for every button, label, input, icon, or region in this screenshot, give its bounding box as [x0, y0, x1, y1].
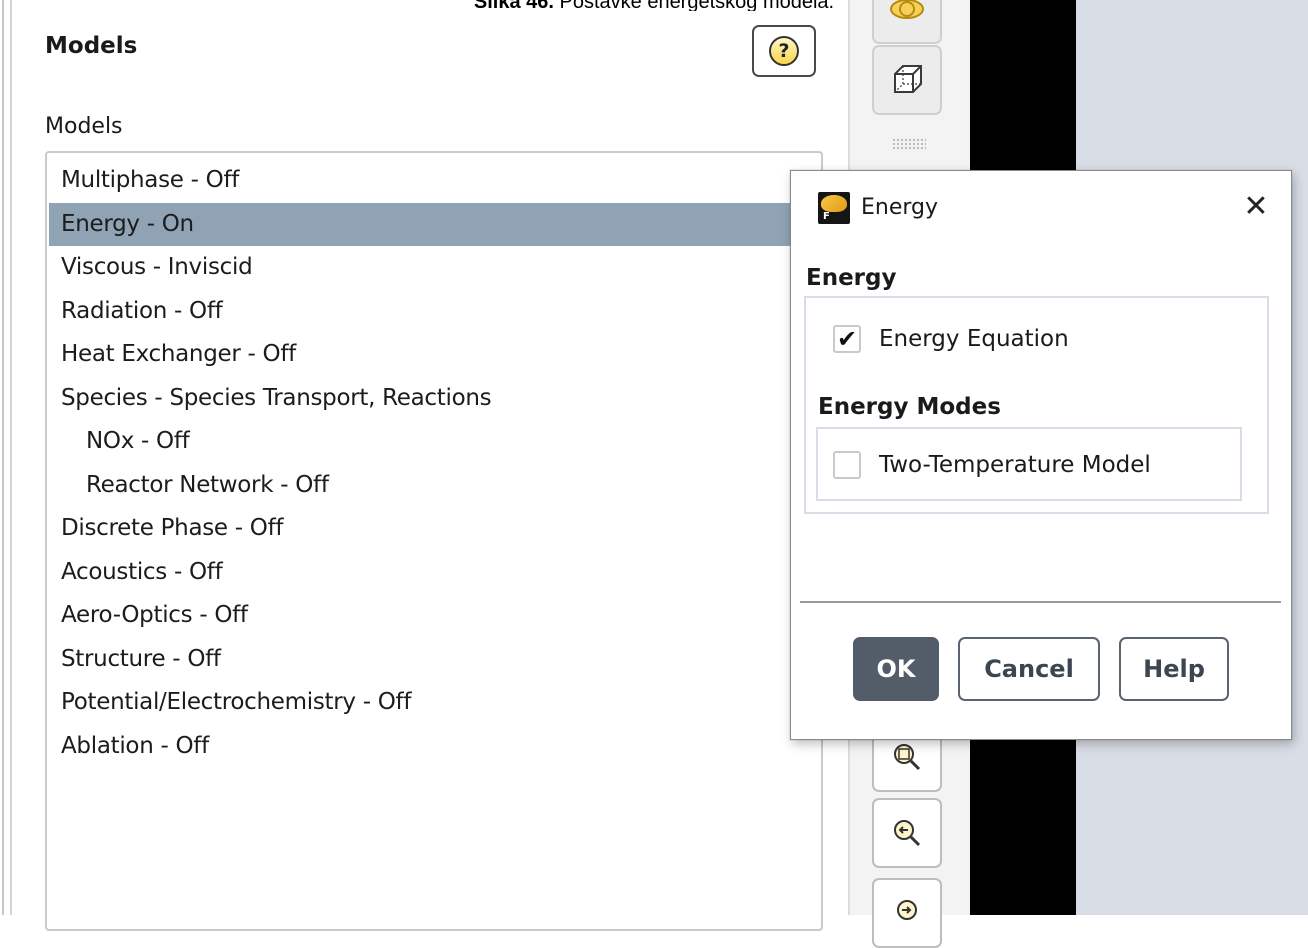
list-item[interactable]: Heat Exchanger - Off	[49, 333, 821, 376]
energy-equation-label: Energy Equation	[879, 326, 1069, 352]
dialog-help-button[interactable]: Help	[1119, 637, 1229, 701]
panel-left-edge	[0, 0, 12, 915]
fluent-app-icon: F	[818, 192, 850, 224]
list-item[interactable]: Reactor Network - Off	[49, 464, 821, 507]
close-icon[interactable]: ✕	[1239, 190, 1273, 224]
two-temperature-checkbox[interactable]	[833, 451, 861, 479]
list-item[interactable]: Radiation - Off	[49, 290, 821, 333]
help-button[interactable]: ?	[752, 25, 816, 77]
list-item[interactable]: Discrete Phase - Off	[49, 507, 821, 550]
caption-text: Postavke energetskog modela.	[553, 0, 835, 11]
dialog-titlebar[interactable]: F Energy ✕	[791, 171, 1291, 251]
list-item[interactable]: Viscous - Inviscid	[49, 246, 821, 289]
view-orbit-button[interactable]	[872, 0, 942, 44]
list-item[interactable]: Energy - On	[49, 202, 821, 246]
zoom-in-button[interactable]	[872, 878, 942, 948]
list-item[interactable]: Structure - Off	[49, 638, 821, 681]
zoom-out-icon	[894, 820, 921, 847]
list-item[interactable]: Ablation - Off	[49, 725, 821, 768]
dialog-divider	[800, 601, 1281, 603]
list-item[interactable]: Species - Species Transport, Reactions	[49, 377, 821, 420]
panel-title: Models	[45, 33, 138, 59]
zoom-out-button[interactable]	[872, 798, 942, 868]
question-mark-icon: ?	[769, 36, 799, 66]
toolbar-grip[interactable]	[892, 138, 926, 150]
list-item[interactable]: Acoustics - Off	[49, 551, 821, 594]
energy-modes-title: Energy Modes	[818, 394, 1001, 420]
two-temperature-row[interactable]: Two-Temperature Model	[833, 451, 1151, 479]
energy-equation-checkbox[interactable]: ✔	[833, 325, 861, 353]
fluent-logo-letter: F	[823, 211, 830, 222]
list-item[interactable]: NOx - Off	[49, 420, 821, 463]
checkmark-icon: ✔	[836, 325, 858, 353]
list-item[interactable]: Potential/Electrochemistry - Off	[49, 681, 821, 724]
isometric-view-button[interactable]	[872, 45, 942, 115]
ok-button[interactable]: OK	[853, 637, 939, 701]
isometric-view-icon	[894, 65, 922, 93]
models-list[interactable]: Multiphase - Off Energy - On Viscous - Inv…	[45, 151, 823, 931]
models-group-label: Models	[45, 114, 123, 139]
view-orbit-icon	[890, 0, 924, 19]
dialog-title: Energy	[861, 195, 939, 220]
cancel-button[interactable]: Cancel	[958, 637, 1100, 701]
energy-section-title: Energy	[806, 265, 897, 291]
list-item[interactable]: Aero-Optics - Off	[49, 594, 821, 637]
two-temperature-label: Two-Temperature Model	[879, 452, 1151, 478]
list-item[interactable]: Multiphase - Off	[49, 159, 821, 202]
fluent-logo-swirl	[821, 195, 847, 212]
caption-prefix: Slika 46.	[473, 0, 554, 11]
energy-dialog: F Energy ✕ Energy ✔ Energy Equation Ener…	[790, 170, 1292, 740]
zoom-in-icon	[897, 900, 917, 920]
energy-equation-row[interactable]: ✔ Energy Equation	[833, 325, 1069, 353]
zoom-to-fit-icon	[894, 744, 921, 771]
